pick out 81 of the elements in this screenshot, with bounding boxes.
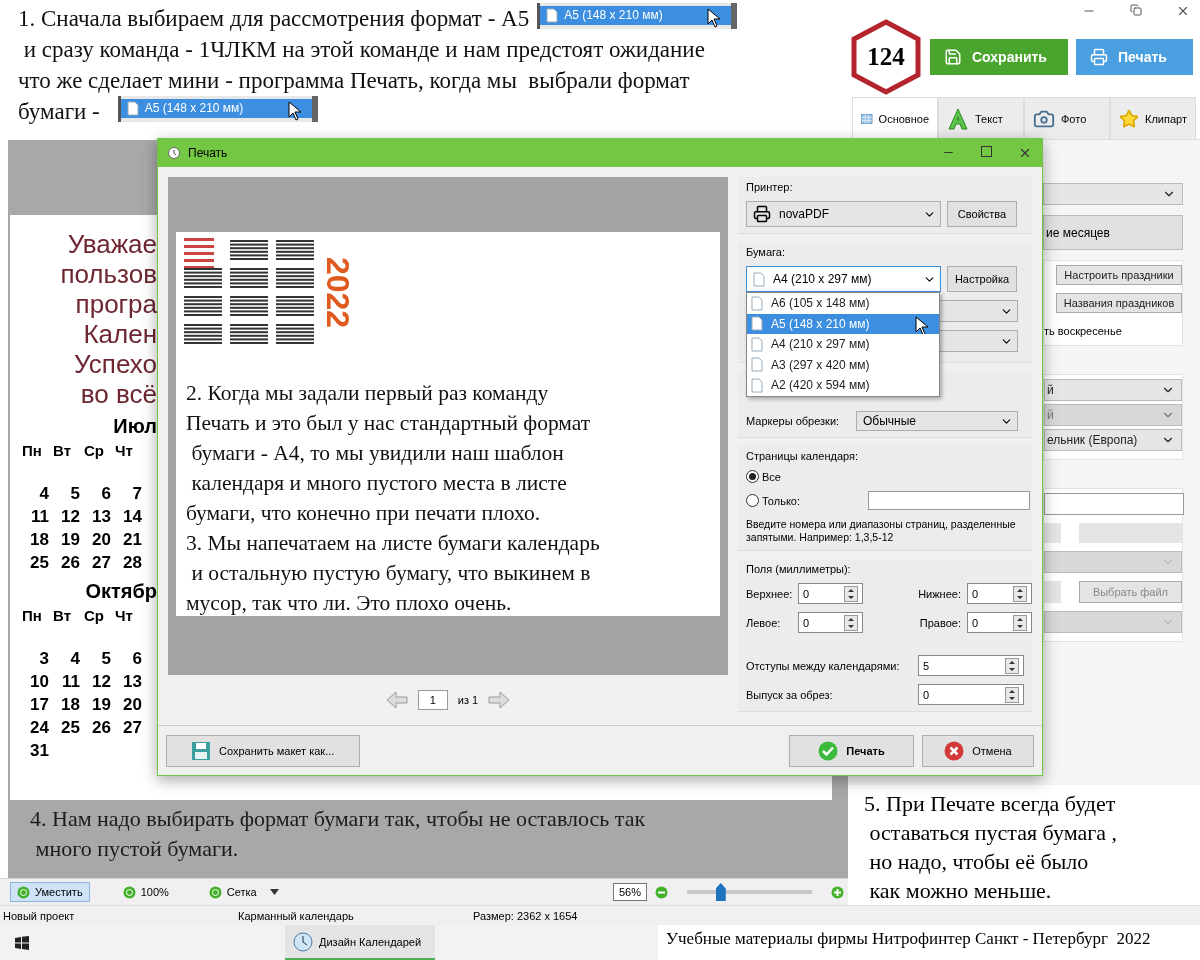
day-number: 27 xyxy=(122,717,143,739)
day-number: 18 xyxy=(60,694,81,716)
field-label: Маркеры обрезки: xyxy=(746,415,841,427)
year-text: 2022 xyxy=(319,256,357,328)
greeting-text: во всё xyxy=(79,379,157,409)
day-number: 17 xyxy=(29,694,50,716)
option-text: A5 (148 x 210 мм) xyxy=(564,7,663,24)
day-number: 28 xyxy=(122,552,143,574)
day-number: 10 xyxy=(29,671,50,693)
hint-text: Введите номера или диапазоны страниц, разделенные запятыми. Например: 1,3,5-12 xyxy=(746,518,1017,544)
day-number: 24 xyxy=(29,717,50,739)
day-number: 5 xyxy=(100,648,112,670)
radio-label: Только: xyxy=(762,494,801,507)
weekday-label: Ср xyxy=(84,606,105,626)
day-number: 3 xyxy=(38,648,50,670)
day-number: 14 xyxy=(122,506,143,528)
field-label: Левое: xyxy=(746,616,782,629)
month-name: Октябр xyxy=(84,580,157,603)
weekday-label: Вт xyxy=(53,441,72,461)
weekday-label: Пн xyxy=(22,606,43,626)
status-text: Новый проект xyxy=(2,909,76,922)
instruction-text: 1. Сначала выбираем для рассмотрения формат - А5 xyxy=(18,5,530,33)
greeting-text: програ xyxy=(74,289,157,319)
group-label: Принтер: xyxy=(746,181,794,193)
month-name: Июл xyxy=(112,415,157,438)
day-number: 6 xyxy=(131,648,143,670)
group-label: Страницы календаря: xyxy=(746,450,860,462)
status-text: Карманный календарь xyxy=(237,909,355,922)
dialog-title: Печать xyxy=(188,146,228,160)
field-label: Отступы между календарями: xyxy=(746,659,901,672)
greeting-text: пользов xyxy=(59,259,157,289)
day-number: 6 xyxy=(100,483,112,505)
day-number: 19 xyxy=(91,694,112,716)
caption-text: Учебные материалы фирмы Нитрофинтер Санкт - Петербург 2022 xyxy=(658,925,1200,960)
group-label: Поля (миллиметры): xyxy=(746,563,852,575)
instruction-text: что же сделает мини - программа Печать, когда мы выбрали формат xyxy=(18,67,691,95)
instruction-text: бумаги - xyxy=(18,98,100,126)
weekday-label: Пн xyxy=(22,441,43,461)
page-total-text: из 1 xyxy=(457,694,479,706)
day-number: 25 xyxy=(60,717,81,739)
instruction-text: 3. Мы напечатаем на листе бумаги календарь и остальную пустую бумагу, что выкинем в мусор, так что ли. Это плохо очень. xyxy=(185,530,601,617)
status-text: Размер: 2362 x 1654 xyxy=(472,909,579,922)
instruction-text: 2. Когда мы задали первый раз команду Печать и это был у нас стандартный формат бумаги - А4, то мы увидили наш шаблон календаря и много пустого места в листе бумаги, что конечно при печати плохо. xyxy=(185,380,592,527)
day-number: 12 xyxy=(60,506,81,528)
weekday-label: Вт xyxy=(53,606,72,626)
weekday-label: Чт xyxy=(115,606,134,626)
day-number: 11 xyxy=(61,671,81,693)
greeting-text: Кален xyxy=(82,319,157,349)
day-number: 12 xyxy=(91,671,112,693)
day-number: 31 xyxy=(29,740,50,762)
day-number: 7 xyxy=(131,483,143,505)
day-number: 27 xyxy=(91,552,112,574)
day-number: 4 xyxy=(69,648,81,670)
field-label: Выпуск за обрез: xyxy=(746,688,834,701)
checkbox-label: ть воскресенье xyxy=(1044,325,1123,337)
field-label: Нижнее: xyxy=(917,587,961,600)
day-number: 13 xyxy=(122,671,143,693)
greeting-text: Уважае xyxy=(66,229,157,259)
instruction-text: 4. Нам надо выбирать формат бумаги так, чтобы не оставлось так много пустой бумаги. xyxy=(29,805,647,863)
day-number: 21 xyxy=(122,529,143,551)
radio-label: Все xyxy=(762,470,782,483)
greeting-text: Успехо xyxy=(73,349,157,379)
day-number: 19 xyxy=(60,529,81,551)
day-number: 13 xyxy=(91,506,112,528)
day-number: 20 xyxy=(91,529,112,551)
day-number: 11 xyxy=(30,506,50,528)
page-number-badge: 124 xyxy=(850,17,922,96)
day-number: 4 xyxy=(38,483,50,505)
day-number: 5 xyxy=(69,483,81,505)
field-label: Правое: xyxy=(918,616,961,629)
weekday-label: Ср xyxy=(84,441,105,461)
field-label: Верхнее: xyxy=(746,587,792,600)
weekday-label: Чт xyxy=(115,441,134,461)
option-text: A5 (148 x 210 мм) xyxy=(144,100,244,117)
day-number: 26 xyxy=(60,552,81,574)
day-number: 26 xyxy=(91,717,112,739)
instruction-text: и сразу команда - 1ЧЛКМ на этой команде и нам предстоят ожидание xyxy=(22,36,706,64)
day-number: 20 xyxy=(122,694,143,716)
day-number: 25 xyxy=(29,552,50,574)
group-label: Бумага: xyxy=(746,246,786,258)
day-number: 18 xyxy=(29,529,50,551)
